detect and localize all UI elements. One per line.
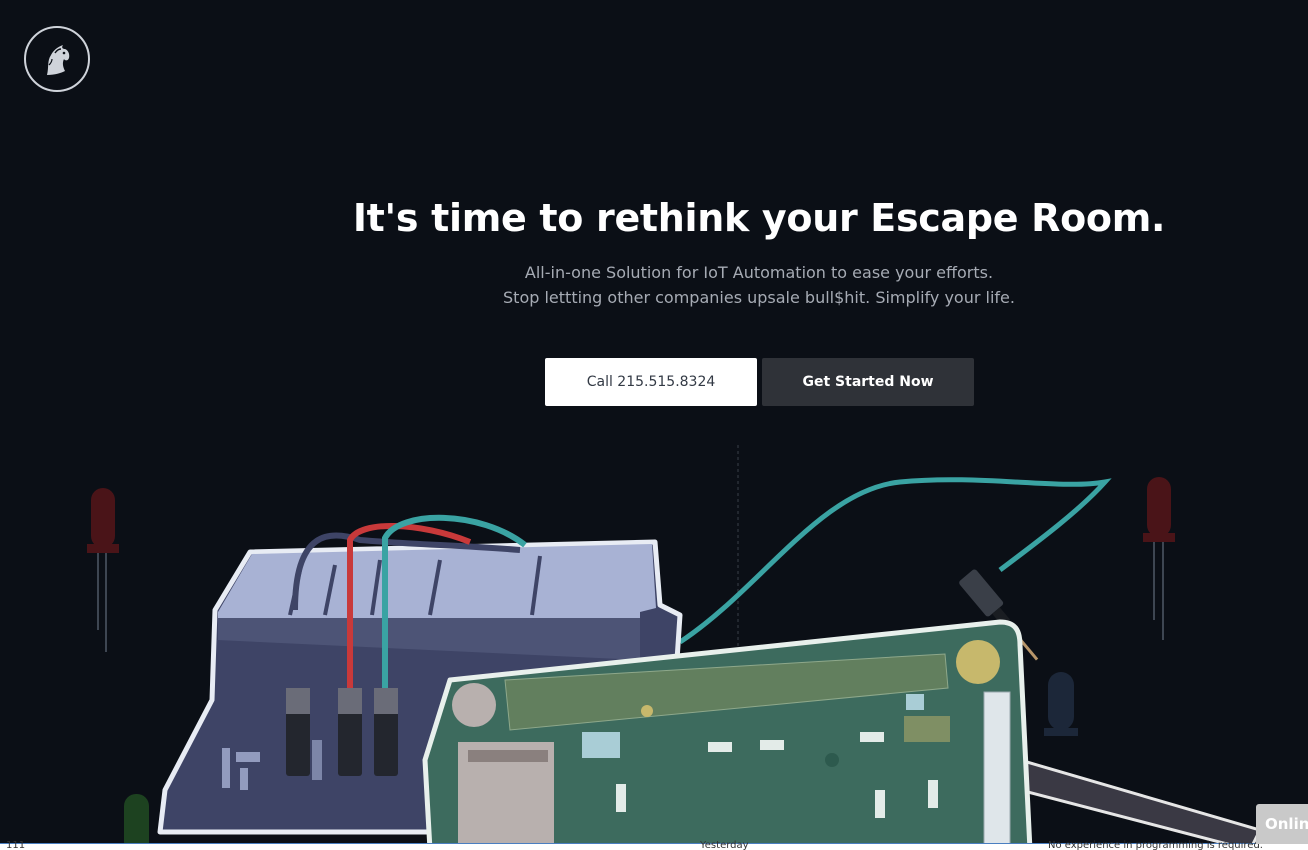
call-button[interactable]: Call 215.515.8324 (545, 358, 757, 406)
red-led-left-icon (87, 488, 119, 652)
hero-subtitle-line-1: All-in-one Solution for IoT Automation t… (524, 263, 994, 282)
get-started-button[interactable]: Get Started Now (762, 358, 974, 406)
hardware-illustration (87, 445, 1263, 850)
red-led-right-icon (1143, 477, 1175, 640)
blue-led-icon (1044, 672, 1078, 736)
online-chat-tab[interactable]: Online (1256, 804, 1308, 844)
status-left-text: 111 (6, 840, 26, 850)
status-middle-text: Yesterday (700, 840, 749, 850)
hero-subtitle-line-2: Stop lettting other companies upsale bul… (503, 288, 1015, 307)
landing-page: It's time to rethink your Escape Room. A… (0, 0, 1308, 850)
horse-head-icon (47, 45, 70, 75)
hero-subtitle: All-in-one Solution for IoT Automation t… (0, 260, 1308, 310)
logo[interactable] (24, 26, 90, 92)
status-strip: 111 Yesterday No experience in programmi… (0, 840, 1308, 850)
status-right-text: No experience in programming is required… (1048, 840, 1263, 850)
green-led-icon (124, 794, 149, 850)
page-title: It's time to rethink your Escape Room. (352, 196, 1166, 240)
